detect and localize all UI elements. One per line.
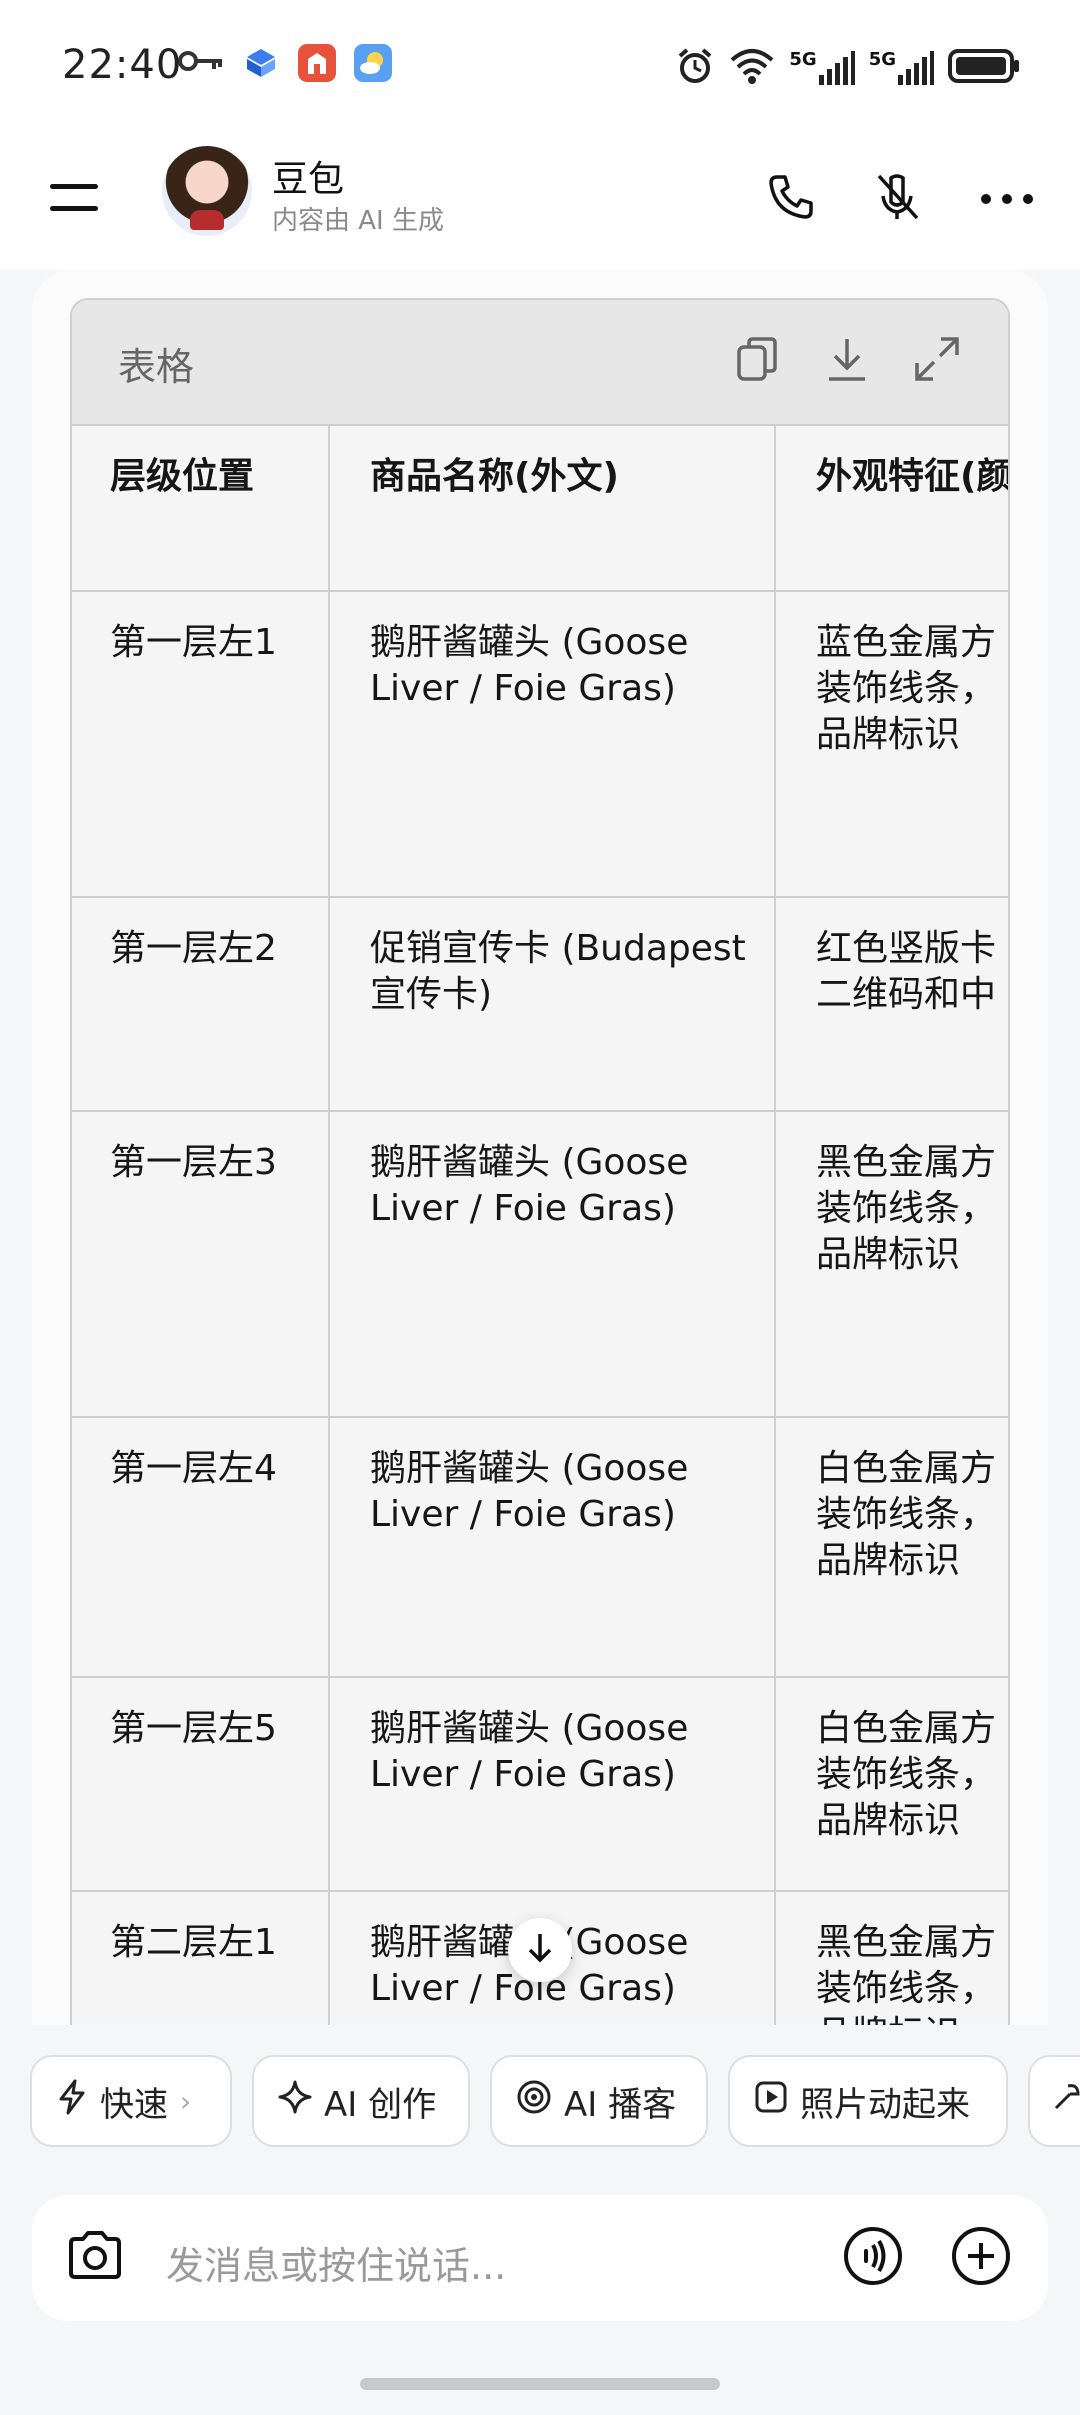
play-icon bbox=[754, 2080, 788, 2123]
cell-position: 第一层左1 bbox=[72, 592, 330, 896]
table-toolbar: 表格 bbox=[72, 300, 1008, 426]
chevron-right-icon: › bbox=[180, 2084, 192, 2118]
status-bar: 22:40 5G 5G bbox=[0, 0, 1080, 130]
download-button[interactable] bbox=[816, 330, 878, 392]
more-dots-icon bbox=[980, 190, 1034, 209]
cell-appearance: 红色竖版卡 二维码和中 bbox=[776, 898, 1008, 1110]
app-notification-icon bbox=[298, 44, 336, 82]
app-notification-icon bbox=[242, 44, 280, 82]
call-button[interactable] bbox=[756, 164, 826, 234]
voice-wave-icon bbox=[843, 2226, 903, 2290]
cell-appearance: 白色金属方 装饰线条， 品牌标识 bbox=[776, 1678, 1008, 1890]
cell-appearance-text: 黑色金属方 装饰线条， 品牌标识 bbox=[816, 1922, 997, 2026]
page-title: 豆包 bbox=[272, 159, 345, 200]
arrow-down-icon bbox=[525, 1931, 555, 1969]
signal-5g-icon: 5G bbox=[869, 51, 934, 85]
add-button[interactable] bbox=[946, 2223, 1016, 2293]
camera-button[interactable] bbox=[60, 2223, 130, 2293]
chip-label: AI 创作 bbox=[324, 2084, 437, 2125]
network-type-label: 5G bbox=[868, 49, 896, 70]
network-type-label: 5G bbox=[789, 49, 817, 70]
cell-position: 第二层左1 bbox=[72, 1892, 330, 2026]
phone-icon bbox=[767, 173, 815, 225]
copy-icon bbox=[735, 335, 779, 387]
cell-appearance-text: 蓝色金属方 装饰线条， 品牌标识 bbox=[816, 622, 997, 755]
weather-icon bbox=[354, 44, 392, 82]
battery-icon bbox=[948, 48, 1020, 88]
scroll-to-bottom-button[interactable] bbox=[508, 1918, 572, 1982]
table-title: 表格 bbox=[118, 345, 195, 389]
status-icons-left bbox=[178, 44, 392, 82]
more-button[interactable] bbox=[972, 164, 1042, 234]
lightning-icon bbox=[56, 2079, 88, 2124]
voice-button[interactable] bbox=[838, 2223, 908, 2293]
status-icons-right: 5G 5G bbox=[675, 46, 1020, 90]
camera-icon bbox=[65, 2229, 125, 2287]
cell-product-name: 鹅肝酱罐头 (Goose Liver / Foie Gras) bbox=[330, 592, 776, 896]
ai-generated-note: 内容由 AI 生成 bbox=[272, 206, 444, 236]
chip-label: 快速 bbox=[100, 2084, 168, 2125]
status-time: 22:40 bbox=[62, 42, 183, 88]
cell-appearance: 黑色金属方 装饰线条， 品牌标识 bbox=[776, 1892, 1008, 2026]
cell-appearance-text: 白色金属方 装饰线条， 品牌标识 bbox=[816, 1708, 997, 1841]
tool-icon bbox=[1050, 2080, 1080, 2123]
home-indicator[interactable] bbox=[360, 2378, 720, 2390]
avatar[interactable] bbox=[162, 146, 252, 236]
table-header-row: 层级位置 商品名称(外文) 外观特征(颜 bbox=[72, 426, 1010, 592]
table-row: 第一层左3 鹅肝酱罐头 (Goose Liver / Foie Gras) 黑色… bbox=[72, 1112, 1008, 1418]
chip-animate-photo[interactable]: 照片动起来 bbox=[728, 2055, 1008, 2147]
alarm-icon bbox=[675, 46, 715, 90]
chip-label: 照片动起来 bbox=[800, 2084, 970, 2125]
table-row: 第一层左2 促销宣传卡 (Budapest 宣传卡) 红色竖版卡 二维码和中 bbox=[72, 898, 1008, 1112]
sparkle-icon bbox=[278, 2080, 312, 2123]
table-row: 第一层左5 鹅肝酱罐头 (Goose Liver / Foie Gras) 白色… bbox=[72, 1678, 1008, 1892]
cell-product-name: 鹅肝酱罐头 (Goose Liver / Foie Gras) bbox=[330, 1678, 776, 1890]
cell-appearance-text: 黑色金属方 装饰线条， 品牌标识 bbox=[816, 1142, 997, 1275]
chip-quick[interactable]: 快速 › bbox=[30, 2055, 232, 2147]
cell-appearance: 黑色金属方 装饰线条， 品牌标识 bbox=[776, 1112, 1008, 1416]
message-input[interactable]: 发消息或按住说话... bbox=[166, 2235, 506, 2290]
expand-icon bbox=[913, 335, 961, 387]
cell-appearance-text: 白色金属方 装饰线条， 品牌标识 bbox=[816, 1448, 997, 1581]
message-input-bar: 发消息或按住说话... bbox=[32, 2195, 1048, 2321]
cell-product-name: 促销宣传卡 (Budapest 宣传卡) bbox=[330, 898, 776, 1110]
table-widget[interactable]: 表格 层级位置 商品名称(外文) 外观特征(颜 第一层左1 鹅肝酱罐头 (Goo… bbox=[70, 298, 1010, 2028]
cell-position: 第一层左2 bbox=[72, 898, 330, 1110]
chat-header: 豆包 内容由 AI 生成 bbox=[0, 130, 1080, 270]
cell-appearance: 蓝色金属方 装饰线条， 品牌标识 bbox=[776, 592, 1008, 896]
plus-circle-icon bbox=[951, 2226, 1011, 2290]
download-icon bbox=[825, 335, 869, 387]
chip-label: AI 播客 bbox=[564, 2084, 677, 2125]
chip-ai-podcast[interactable]: AI 播客 bbox=[490, 2055, 708, 2147]
wifi-icon bbox=[729, 46, 775, 90]
key-icon bbox=[178, 46, 224, 80]
cell-product-name: 鹅肝酱罐头 (Goose Liver / Foie Gras) bbox=[330, 1418, 776, 1676]
cell-appearance-text: 红色竖版卡 二维码和中 bbox=[816, 928, 997, 1015]
mute-button[interactable] bbox=[862, 164, 932, 234]
page: 22:40 5G 5G 豆包 内容由 AI 生成 表格 层级位置 商品名称(外文… bbox=[0, 0, 1080, 2415]
quick-action-bar: 快速 › AI 创作 AI 播客 照片动起来 bbox=[0, 2025, 1080, 2195]
chip-ai-create[interactable]: AI 创作 bbox=[252, 2055, 470, 2147]
podcast-icon bbox=[516, 2079, 552, 2124]
table-row: 第一层左4 鹅肝酱罐头 (Goose Liver / Foie Gras) 白色… bbox=[72, 1418, 1008, 1678]
table-row: 第一层左1 鹅肝酱罐头 (Goose Liver / Foie Gras) 蓝色… bbox=[72, 592, 1008, 898]
chip-more[interactable] bbox=[1028, 2055, 1080, 2147]
speaker-off-icon bbox=[873, 172, 921, 226]
cell-position: 第一层左3 bbox=[72, 1112, 330, 1416]
cell-position: 第一层左5 bbox=[72, 1678, 330, 1890]
column-header: 外观特征(颜 bbox=[816, 456, 1010, 497]
column-header: 商品名称(外文) bbox=[330, 426, 776, 590]
copy-button[interactable] bbox=[726, 330, 788, 392]
cell-product-name: 鹅肝酱罐头 (Goose Liver / Foie Gras) bbox=[330, 1112, 776, 1416]
menu-button[interactable] bbox=[46, 172, 102, 228]
signal-5g-icon: 5G bbox=[789, 49, 855, 85]
cell-position: 第一层左4 bbox=[72, 1418, 330, 1676]
expand-button[interactable] bbox=[906, 330, 968, 392]
cell-appearance: 白色金属方 装饰线条， 品牌标识 bbox=[776, 1418, 1008, 1676]
column-header: 层级位置 bbox=[72, 426, 330, 590]
